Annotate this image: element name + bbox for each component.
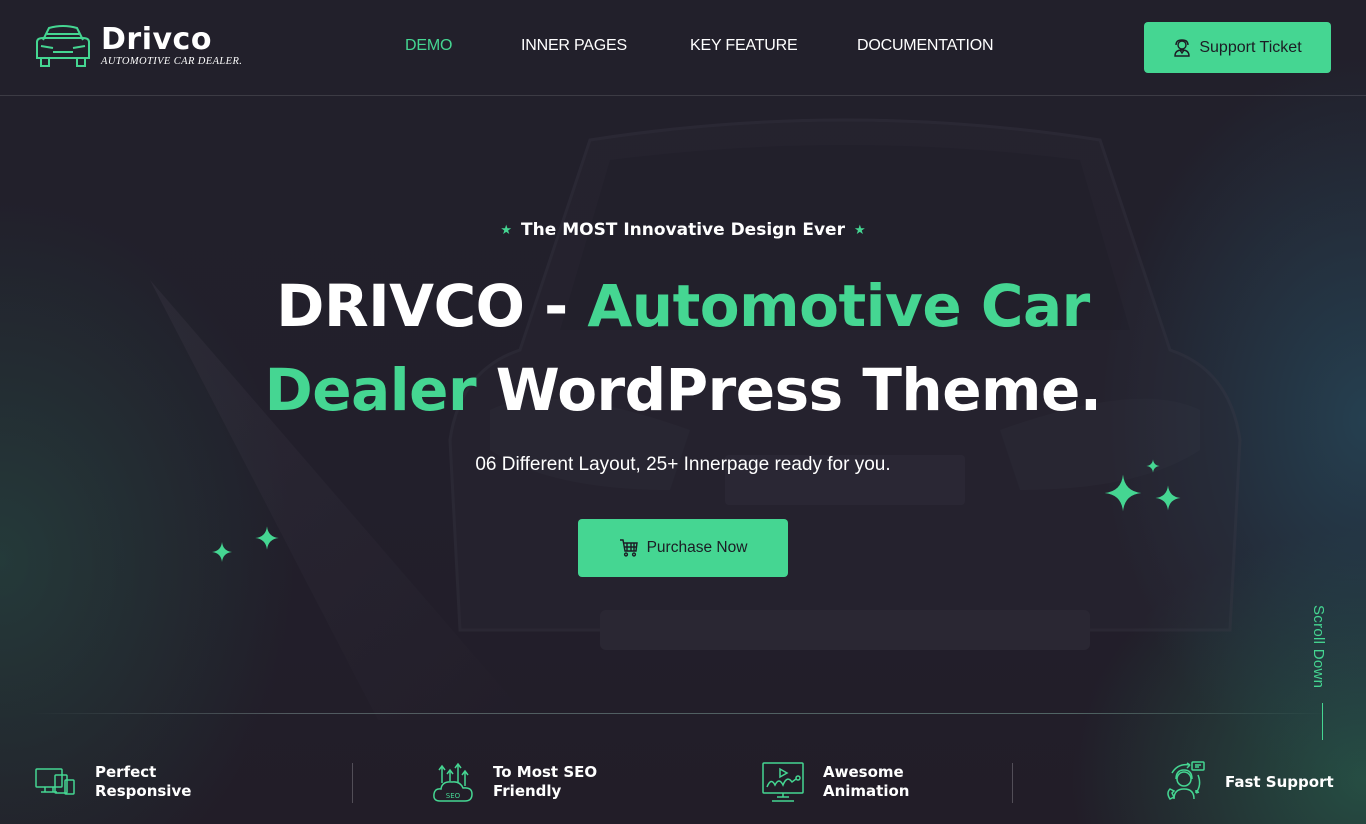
cart-icon — [619, 539, 638, 557]
site-header: Drivco AUTOMOTIVE CAR DEALER. DEMO INNER… — [0, 0, 1366, 96]
fast-support-icon — [1167, 761, 1205, 800]
sparkle-icon — [1146, 459, 1160, 473]
title-line1-accent: Automotive Car — [587, 272, 1090, 340]
sparkle-icon — [1155, 485, 1181, 511]
separator — [352, 763, 353, 803]
nav-item-demo[interactable]: DEMO — [405, 37, 452, 55]
feature-line1: Awesome — [823, 763, 904, 781]
star-icon: ★ — [500, 223, 513, 238]
scroll-down-label[interactable]: Scroll Down — [1310, 605, 1327, 688]
support-ticket-button[interactable]: Support Ticket — [1144, 22, 1331, 73]
feature-seo-friendly: SEO To Most SEO Friendly — [432, 740, 597, 824]
sparkle-icon — [255, 526, 279, 550]
svg-text:SEO: SEO — [446, 792, 461, 800]
sparkle-icon — [212, 542, 232, 562]
title-line2-accent: Dealer — [264, 356, 477, 424]
separator — [1012, 763, 1013, 803]
nav-item-key-feature[interactable]: KEY FEATURE — [690, 37, 798, 55]
animation-monitor-icon — [762, 762, 804, 802]
feature-awesome-animation: Awesome Animation — [762, 740, 909, 824]
feature-line1: Perfect — [95, 763, 157, 781]
divider — [30, 713, 1330, 714]
responsive-devices-icon — [35, 768, 75, 795]
title-line1-white: DRIVCO - — [276, 272, 588, 340]
seo-cloud-icon: SEO — [433, 762, 473, 802]
feature-line1: To Most SEO — [493, 763, 598, 781]
title-line2-white: WordPress Theme. — [476, 356, 1102, 424]
hero-subtitle: 06 Different Layout, 25+ Innerpage ready… — [475, 454, 891, 475]
purchase-now-button[interactable]: Purchase Now — [578, 519, 788, 577]
purchase-now-label: Purchase Now — [646, 539, 748, 556]
hero-tagline: ★ The MOST Innovative Design Ever ★ — [0, 220, 1366, 240]
nav-item-documentation[interactable]: DOCUMENTATION — [857, 37, 994, 55]
support-agent-icon — [1174, 38, 1191, 57]
features-bar: Perfect Responsive SEO To Most SEO Frien… — [0, 740, 1366, 824]
scroll-down-indicator[interactable]: Scroll Down — [1310, 605, 1334, 745]
hero-section: ★ The MOST Innovative Design Ever ★ DRIVCO… — [0, 96, 1366, 716]
scroll-line — [1322, 703, 1323, 740]
brand-tagline: AUTOMOTIVE CAR DEALER. — [101, 56, 243, 67]
tagline-text: The MOST Innovative Design Ever — [521, 220, 845, 240]
feature-line2: Responsive — [95, 782, 192, 800]
star-icon: ★ — [853, 223, 866, 238]
feature-line2: Animation — [823, 782, 910, 800]
support-ticket-label: Support Ticket — [1199, 38, 1302, 56]
feature-fast-support: Fast Support — [1164, 740, 1334, 824]
feature-line2: Friendly — [493, 782, 562, 800]
hero-title: DRIVCO - Automotive Car Dealer WordPress… — [0, 264, 1366, 432]
feature-perfect-responsive: Perfect Responsive — [35, 740, 191, 824]
feature-line1: Fast Support — [1225, 772, 1334, 791]
sparkle-icon — [1104, 474, 1142, 512]
nav-item-inner-pages[interactable]: INNER PAGES — [521, 37, 627, 55]
